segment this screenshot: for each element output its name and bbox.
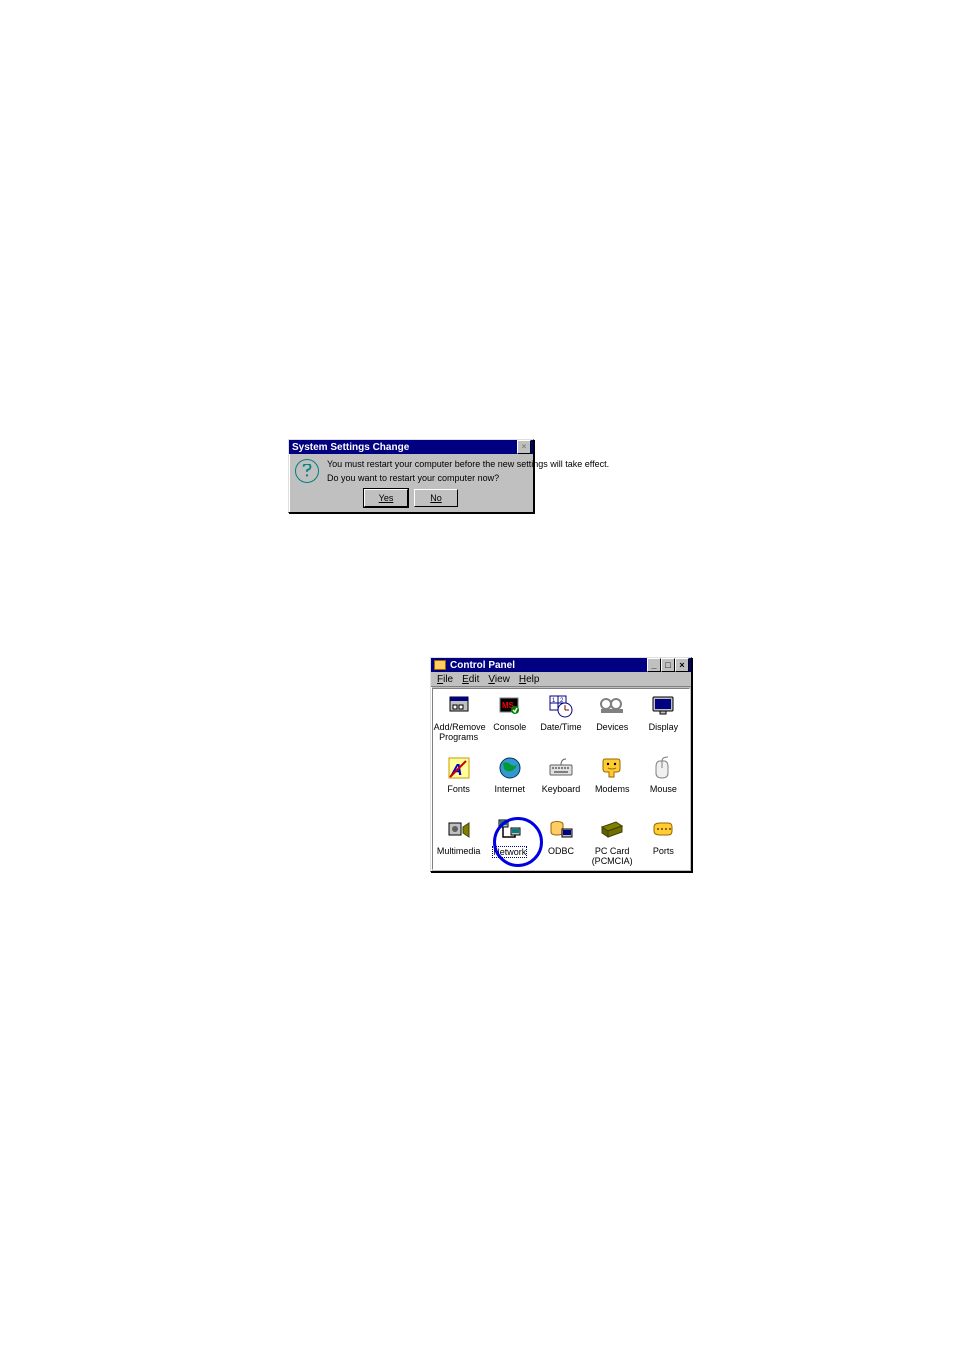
item-label: Console bbox=[493, 722, 526, 732]
fonts-icon: A bbox=[446, 755, 472, 781]
datetime-icon: 12 bbox=[548, 693, 574, 719]
dialog-body: You must restart your computer before th… bbox=[289, 454, 533, 489]
item-multimedia[interactable]: Multimedia bbox=[433, 815, 484, 870]
devices-icon bbox=[599, 693, 625, 719]
item-mouse[interactable]: Mouse bbox=[638, 753, 689, 815]
item-label: Date/Time bbox=[540, 722, 581, 732]
item-label: Ports bbox=[653, 846, 674, 856]
close-icon: × bbox=[522, 443, 527, 451]
yes-button[interactable]: Yes bbox=[364, 489, 408, 507]
menu-help[interactable]: Help bbox=[519, 674, 540, 685]
dialog-button-row: Yes No bbox=[289, 489, 533, 511]
modems-icon bbox=[599, 755, 625, 781]
question-icon bbox=[295, 459, 319, 483]
dialog-close-button[interactable]: × bbox=[517, 440, 531, 454]
minimize-icon: _ bbox=[651, 661, 656, 670]
item-pc-card[interactable]: PC Card (PCMCIA) bbox=[587, 815, 638, 870]
dialog-title: System Settings Change bbox=[292, 442, 409, 453]
cp-icon-grid: Add/Remove Programs MS Console 12 Date/T… bbox=[433, 689, 689, 870]
dialog-titlebar[interactable]: System Settings Change × bbox=[289, 440, 533, 454]
multimedia-icon bbox=[446, 817, 472, 843]
display-icon bbox=[650, 693, 676, 719]
network-icon bbox=[497, 817, 523, 843]
cp-title: Control Panel bbox=[450, 660, 515, 671]
item-label: Internet bbox=[495, 784, 526, 794]
odbc-icon bbox=[548, 817, 574, 843]
item-keyboard[interactable]: Keyboard bbox=[535, 753, 586, 815]
mouse-icon bbox=[650, 755, 676, 781]
item-odbc[interactable]: ODBC bbox=[535, 815, 586, 870]
item-label: Mouse bbox=[650, 784, 677, 794]
ports-icon bbox=[650, 817, 676, 843]
item-console[interactable]: MS Console bbox=[484, 691, 535, 753]
item-label: Keyboard bbox=[542, 784, 581, 794]
item-label: Fonts bbox=[447, 784, 470, 794]
menu-file[interactable]: File bbox=[437, 674, 453, 685]
item-display[interactable]: Display bbox=[638, 691, 689, 753]
dialog-line2: Do you want to restart your computer now… bbox=[327, 473, 609, 484]
add-remove-icon bbox=[446, 693, 472, 719]
item-network[interactable]: Network bbox=[484, 815, 535, 870]
menu-bar: File Edit View Help bbox=[431, 672, 691, 687]
window-buttons: _ □ × bbox=[647, 658, 689, 672]
pccard-icon bbox=[599, 817, 625, 843]
no-button[interactable]: No bbox=[414, 489, 458, 507]
item-add-remove-programs[interactable]: Add/Remove Programs bbox=[433, 691, 484, 753]
system-settings-change-dialog: System Settings Change × You must restar… bbox=[288, 439, 534, 513]
item-internet[interactable]: Internet bbox=[484, 753, 535, 815]
item-label: Network bbox=[492, 846, 527, 858]
maximize-icon: □ bbox=[665, 661, 670, 670]
internet-icon bbox=[497, 755, 523, 781]
minimize-button[interactable]: _ bbox=[647, 658, 661, 672]
keyboard-icon bbox=[548, 755, 574, 781]
maximize-button[interactable]: □ bbox=[661, 658, 675, 672]
menu-view[interactable]: View bbox=[488, 674, 510, 685]
item-modems[interactable]: Modems bbox=[587, 753, 638, 815]
item-label: Multimedia bbox=[437, 846, 481, 856]
control-panel-window: Control Panel _ □ × File Edit View Help … bbox=[430, 657, 692, 872]
item-ports[interactable]: Ports bbox=[638, 815, 689, 870]
cp-client-area: Add/Remove Programs MS Console 12 Date/T… bbox=[432, 688, 690, 870]
cp-titlebar[interactable]: Control Panel _ □ × bbox=[431, 658, 691, 672]
item-label: Devices bbox=[596, 722, 628, 732]
console-icon: MS bbox=[497, 693, 523, 719]
menu-edit[interactable]: Edit bbox=[462, 674, 479, 685]
item-date-time[interactable]: 12 Date/Time bbox=[535, 691, 586, 753]
item-label: Display bbox=[649, 722, 679, 732]
item-label: ODBC bbox=[548, 846, 574, 856]
item-devices[interactable]: Devices bbox=[587, 691, 638, 753]
close-button[interactable]: × bbox=[675, 658, 689, 672]
folder-icon bbox=[434, 660, 446, 670]
item-fonts[interactable]: A Fonts bbox=[433, 753, 484, 815]
close-icon: × bbox=[679, 661, 684, 670]
item-label: Modems bbox=[595, 784, 630, 794]
dialog-text: You must restart your computer before th… bbox=[327, 459, 609, 487]
dialog-line1: You must restart your computer before th… bbox=[327, 459, 609, 470]
item-label: Add/Remove Programs bbox=[434, 722, 484, 742]
item-label: PC Card (PCMCIA) bbox=[587, 846, 637, 866]
